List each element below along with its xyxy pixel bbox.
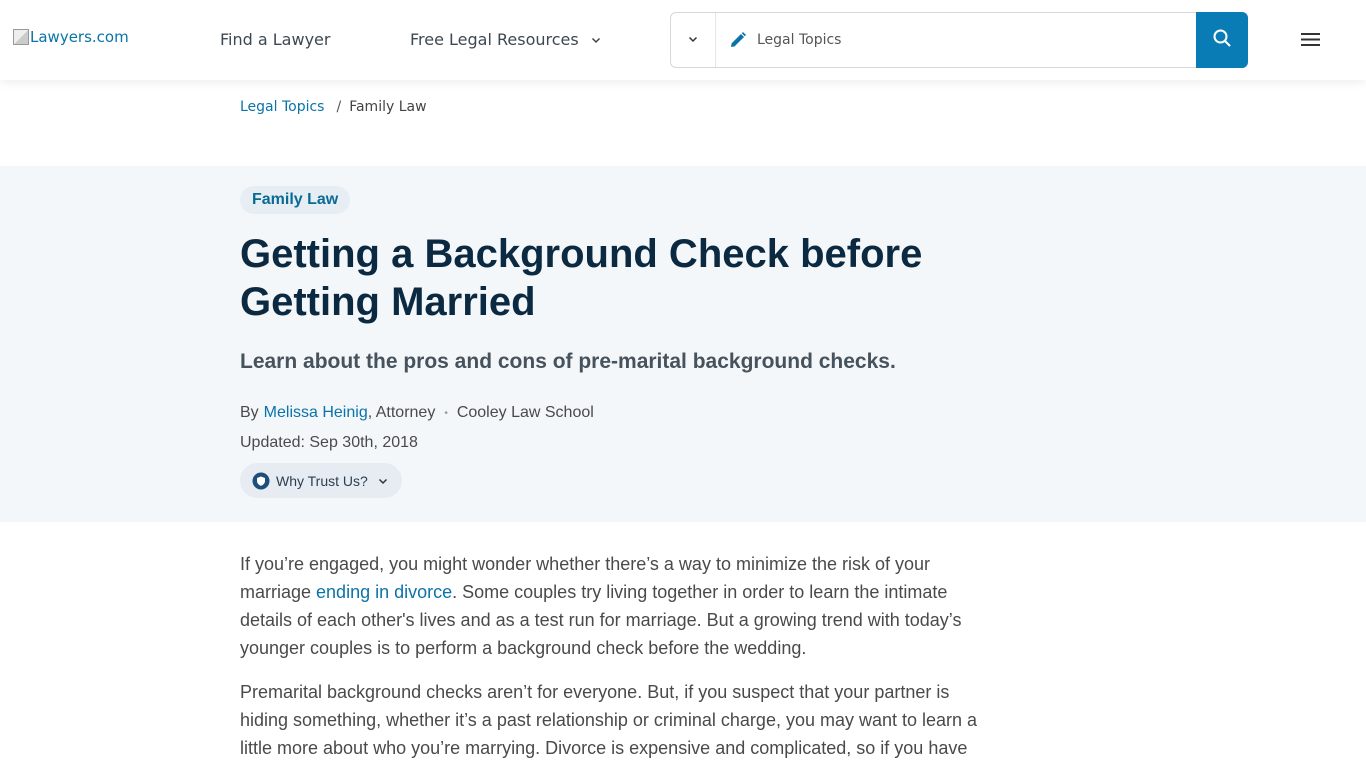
breadcrumb-current: Family Law (349, 99, 427, 115)
byline-dot: • (444, 407, 448, 419)
article-subtitle: Learn about the pros and cons of pre-mar… (240, 350, 896, 373)
site-header: Lawyers.com Find a Lawyer Free Legal Res… (0, 0, 1366, 80)
chevron-down-icon (378, 476, 388, 486)
author-role: , Attorney (367, 404, 436, 421)
nav-find-a-lawyer-label: Find a Lawyer (220, 30, 331, 49)
updated-date: Updated: Sep 30th, 2018 (240, 434, 418, 451)
page-title: Getting a Background Check before Gettin… (240, 232, 923, 324)
nav-find-a-lawyer[interactable]: Find a Lawyer (220, 30, 330, 49)
shield-icon (252, 472, 270, 490)
article-paragraph: If you’re engaged, you might wonder whet… (240, 550, 985, 662)
search-icon (1212, 28, 1232, 53)
ending-in-divorce-link[interactable]: ending in divorce (316, 582, 452, 602)
search-bar (670, 12, 1248, 68)
search-button[interactable] (1196, 12, 1248, 68)
why-trust-us-button[interactable]: Why Trust Us? (240, 463, 402, 498)
breadcrumb: Legal Topics / Family Law (240, 99, 427, 115)
chevron-down-icon (591, 35, 601, 45)
byline: By Melissa Heinig , Attorney • Cooley La… (240, 404, 594, 422)
category-badge[interactable]: Family Law (240, 186, 351, 214)
byline-by: By (240, 404, 259, 421)
broken-image-icon (13, 29, 29, 45)
logo-alt-text: Lawyers.com (30, 28, 129, 46)
nav-free-legal-resources-label: Free Legal Resources (410, 30, 579, 49)
why-trust-us-label: Why Trust Us? (276, 472, 368, 489)
author-link[interactable]: Melissa Heinig (264, 404, 368, 422)
breadcrumb-separator: / (336, 99, 342, 115)
pencil-icon (729, 31, 747, 49)
search-input[interactable] (757, 27, 1177, 53)
article-paragraph: Premarital background checks aren’t for … (240, 682, 978, 758)
site-logo[interactable]: Lawyers.com (13, 28, 129, 46)
author-school: Cooley Law School (456, 404, 594, 421)
chevron-down-icon (688, 31, 698, 49)
article-body: If you’re engaged, you might wonder whet… (240, 550, 985, 768)
breadcrumb-legal-topics[interactable]: Legal Topics (240, 99, 324, 115)
nav-free-legal-resources[interactable]: Free Legal Resources (410, 30, 601, 49)
article-hero: Family Law Getting a Background Check be… (0, 166, 1366, 522)
hamburger-menu-icon (1300, 33, 1322, 53)
search-category-dropdown[interactable] (671, 13, 716, 67)
menu-button[interactable] (1300, 31, 1322, 49)
